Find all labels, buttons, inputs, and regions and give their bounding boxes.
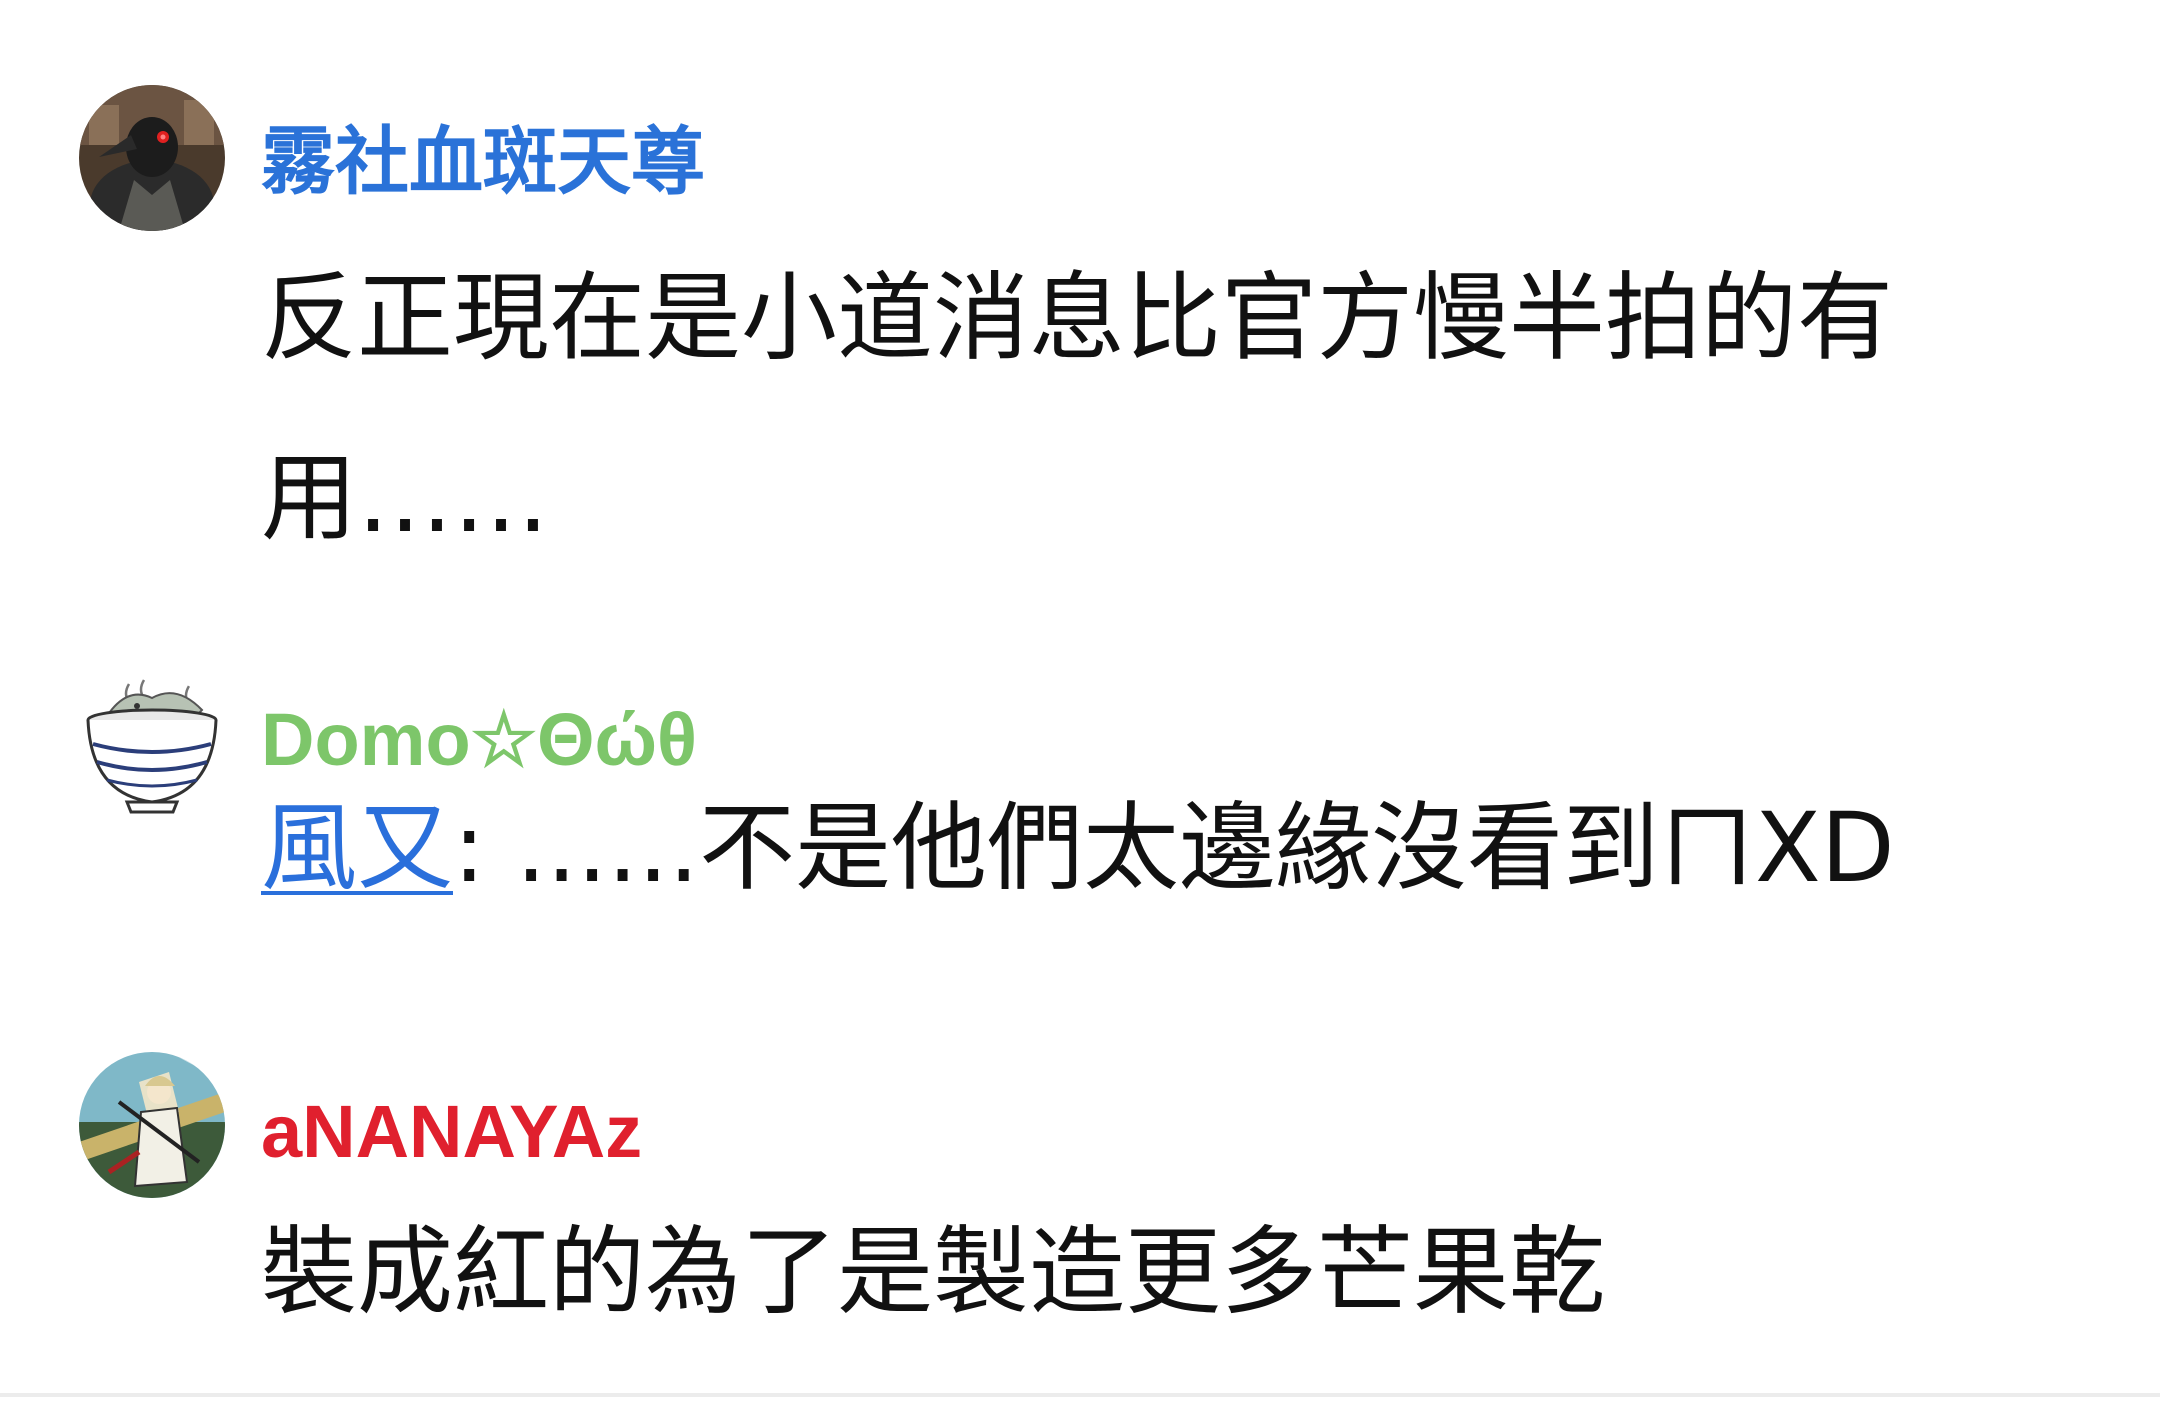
comment-username[interactable]: aNANAYAz [261, 1087, 642, 1177]
comment-text: 反正現在是小道消息比官方慢半拍的有用…… [261, 262, 1893, 554]
comment-text: : ......不是他們太邊緣沒看到ㄇXD [453, 792, 1895, 904]
comment-list: 霧社血斑天尊 反正現在是小道消息比官方慢半拍的有用…… Domo☆Θώθ 風又:… [0, 0, 2160, 1425]
comment-username[interactable]: 霧社血斑天尊 [261, 117, 705, 207]
comment-text: 裝成紅的為了是製造更多芒果乾 [261, 1216, 1605, 1328]
divider [0, 1393, 2160, 1397]
crow-avatar-icon [79, 85, 225, 231]
avatar[interactable] [79, 676, 225, 822]
comment-text-container: 風又: ......不是他們太邊緣沒看到ㄇXD [261, 778, 2041, 918]
avatar[interactable] [79, 1052, 225, 1198]
mention-link[interactable]: 風又 [261, 792, 453, 904]
anime-character-avatar-icon [79, 1052, 225, 1198]
avatar[interactable] [79, 85, 225, 231]
comment-username[interactable]: Domo☆Θώθ [261, 695, 697, 785]
bowl-avatar-icon [79, 676, 225, 822]
